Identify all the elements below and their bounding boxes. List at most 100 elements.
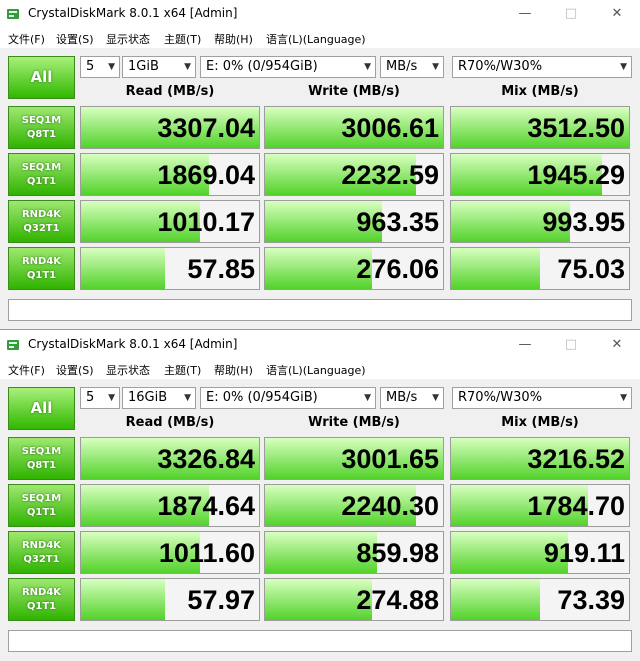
result-cell-mix: 1784.70 bbox=[450, 484, 630, 527]
result-value: 1010.17 bbox=[157, 207, 255, 237]
menu-item[interactable]: 设置(S) bbox=[56, 362, 94, 378]
drive-value: E: 0% (0/954GiB) bbox=[206, 390, 318, 405]
test-params: Q1T1 bbox=[26, 507, 57, 518]
title-bar: CrystalDiskMark 8.0.1 x64 [Admin] — □ ✕ bbox=[0, 331, 640, 359]
drive-select[interactable]: E: 0% (0/954GiB) ▼ bbox=[200, 56, 376, 78]
result-value: 3216.52 bbox=[527, 444, 625, 474]
menu-item[interactable]: 设置(S) bbox=[56, 31, 94, 47]
chevron-down-icon: ▼ bbox=[184, 62, 191, 72]
menu-item[interactable]: 主题(T) bbox=[164, 362, 201, 378]
result-value: 3001.65 bbox=[341, 444, 439, 474]
menu-item[interactable]: 显示状态 bbox=[106, 31, 150, 47]
test-button[interactable]: SEQ1M Q1T1 bbox=[8, 153, 75, 196]
mix-ratio-select[interactable]: R70%/W30% ▼ bbox=[452, 387, 632, 409]
result-value: 919.11 bbox=[543, 538, 625, 568]
result-cell-mix: 919.11 bbox=[450, 531, 630, 574]
menu-item[interactable]: 帮助(H) bbox=[214, 362, 253, 378]
result-value: 3006.61 bbox=[341, 113, 439, 143]
test-name: SEQ1M bbox=[21, 446, 62, 457]
test-button[interactable]: RND4K Q1T1 bbox=[8, 247, 75, 290]
size-select[interactable]: 1GiB ▼ bbox=[122, 56, 196, 78]
close-icon[interactable]: ✕ bbox=[594, 331, 640, 359]
result-value: 859.98 bbox=[356, 538, 439, 568]
test-button[interactable]: RND4K Q1T1 bbox=[8, 578, 75, 621]
benchmark-window: CrystalDiskMark 8.0.1 x64 [Admin] — □ ✕ 文件(F… bbox=[0, 0, 640, 330]
menu-item[interactable]: 显示状态 bbox=[106, 362, 150, 378]
chevron-down-icon: ▼ bbox=[108, 62, 115, 72]
benchmark-window: CrystalDiskMark 8.0.1 x64 [Admin] — □ ✕ 文件(F… bbox=[0, 331, 640, 661]
result-cell-read: 3307.04 bbox=[80, 106, 260, 149]
result-cell-write: 3001.65 bbox=[264, 437, 444, 480]
size-select[interactable]: 16GiB ▼ bbox=[122, 387, 196, 409]
menu-item[interactable]: 文件(F) bbox=[8, 362, 45, 378]
all-button[interactable]: All bbox=[8, 56, 75, 99]
maximize-icon[interactable]: □ bbox=[548, 0, 594, 28]
test-button[interactable]: SEQ1M Q8T1 bbox=[8, 437, 75, 480]
chevron-down-icon: ▼ bbox=[184, 393, 191, 403]
minimize-icon[interactable]: — bbox=[502, 331, 548, 359]
result-value: 1869.04 bbox=[157, 160, 255, 190]
result-cell-mix: 1945.29 bbox=[450, 153, 630, 196]
result-bar bbox=[451, 579, 540, 620]
minimize-icon[interactable]: — bbox=[502, 0, 548, 28]
maximize-icon[interactable]: □ bbox=[548, 331, 594, 359]
result-bar bbox=[81, 579, 165, 620]
result-cell-read: 1874.64 bbox=[80, 484, 260, 527]
result-cell-read: 1010.17 bbox=[80, 200, 260, 243]
mix-ratio-select[interactable]: R70%/W30% ▼ bbox=[452, 56, 632, 78]
close-icon[interactable]: ✕ bbox=[594, 0, 640, 28]
test-params: Q32T1 bbox=[23, 554, 60, 565]
result-cell-mix: 3512.50 bbox=[450, 106, 630, 149]
unit-select[interactable]: MB/s ▼ bbox=[380, 56, 444, 78]
count-value: 5 bbox=[86, 59, 95, 74]
mix-ratio-value: R70%/W30% bbox=[458, 59, 543, 74]
test-name: RND4K bbox=[21, 209, 62, 220]
result-cell-read: 1011.60 bbox=[80, 531, 260, 574]
test-name: SEQ1M bbox=[21, 162, 62, 173]
menu-item[interactable]: 主题(T) bbox=[164, 31, 201, 47]
comment-input[interactable] bbox=[8, 299, 632, 321]
result-cell-mix: 73.39 bbox=[450, 578, 630, 621]
result-cell-write: 859.98 bbox=[264, 531, 444, 574]
result-value: 276.06 bbox=[356, 254, 439, 284]
column-header-read: Read (MB/s) bbox=[125, 84, 215, 99]
comment-input[interactable] bbox=[8, 630, 632, 652]
drive-select[interactable]: E: 0% (0/954GiB) ▼ bbox=[200, 387, 376, 409]
result-value: 1784.70 bbox=[527, 491, 625, 521]
window-title: CrystalDiskMark 8.0.1 x64 [Admin] bbox=[28, 337, 238, 351]
test-button[interactable]: RND4K Q32T1 bbox=[8, 531, 75, 574]
test-button[interactable]: RND4K Q32T1 bbox=[8, 200, 75, 243]
result-cell-read: 1869.04 bbox=[80, 153, 260, 196]
test-params: Q8T1 bbox=[26, 460, 57, 471]
app-icon bbox=[7, 340, 19, 350]
result-value: 1945.29 bbox=[527, 160, 625, 190]
menu-item[interactable]: 语言(L)(Language) bbox=[266, 31, 366, 47]
result-value: 1874.64 bbox=[157, 491, 255, 521]
test-params: Q32T1 bbox=[23, 223, 60, 234]
menu-item[interactable]: 文件(F) bbox=[8, 31, 45, 47]
unit-select[interactable]: MB/s ▼ bbox=[380, 387, 444, 409]
chevron-down-icon: ▼ bbox=[620, 62, 627, 72]
result-cell-read: 57.97 bbox=[80, 578, 260, 621]
test-button[interactable]: SEQ1M Q1T1 bbox=[8, 484, 75, 527]
count-select[interactable]: 5 ▼ bbox=[80, 387, 120, 409]
menu-item[interactable]: 帮助(H) bbox=[214, 31, 253, 47]
count-select[interactable]: 5 ▼ bbox=[80, 56, 120, 78]
result-cell-read: 3326.84 bbox=[80, 437, 260, 480]
test-params: Q1T1 bbox=[26, 601, 57, 612]
chevron-down-icon: ▼ bbox=[620, 393, 627, 403]
unit-value: MB/s bbox=[386, 390, 418, 405]
app-icon bbox=[7, 9, 19, 19]
column-header-mix: Mix (MB/s) bbox=[501, 84, 579, 99]
all-button[interactable]: All bbox=[8, 387, 75, 430]
result-value: 2240.30 bbox=[341, 491, 439, 521]
result-value: 57.97 bbox=[187, 585, 255, 615]
result-cell-mix: 3216.52 bbox=[450, 437, 630, 480]
test-params: Q1T1 bbox=[26, 270, 57, 281]
result-value: 1011.60 bbox=[158, 538, 255, 568]
menu-bar: 文件(F) 设置(S) 显示状态 主题(T) 帮助(H) 语言(L)(Language) bbox=[0, 28, 640, 48]
size-value: 1GiB bbox=[128, 59, 159, 74]
menu-item[interactable]: 语言(L)(Language) bbox=[266, 362, 366, 378]
test-button[interactable]: SEQ1M Q8T1 bbox=[8, 106, 75, 149]
result-value: 75.03 bbox=[557, 254, 625, 284]
